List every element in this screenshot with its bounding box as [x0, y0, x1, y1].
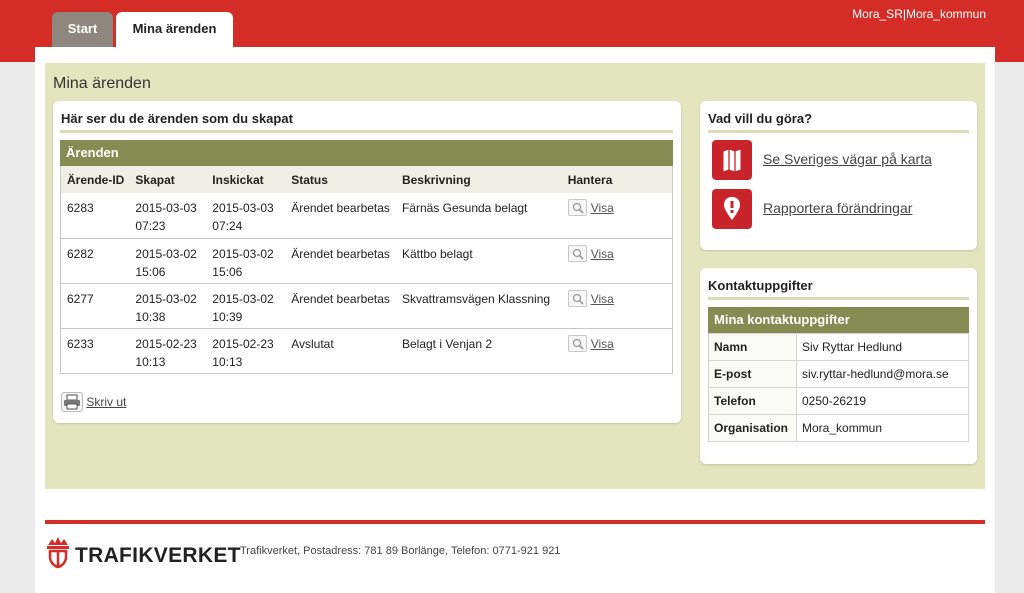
trafikverket-crown-icon: [44, 535, 72, 572]
case-created-time: 15:06: [135, 264, 166, 279]
report-link[interactable]: Rapportera förändringar: [763, 200, 912, 216]
case-created: 2015-03-03 07:23: [129, 193, 207, 239]
tab-start[interactable]: Start: [52, 12, 113, 47]
map-link[interactable]: Se Sveriges vägar på karta: [763, 151, 932, 167]
case-actions: Visa: [561, 283, 673, 329]
case-created-time: 10:13: [135, 354, 166, 369]
cases-table: Ärende-ID Skapat Inskickat Status Beskri…: [60, 166, 673, 374]
col-arende-id: Ärende-ID: [60, 166, 130, 193]
table-row: 6277 2015-03-02 10:38 2015-03-02 10:39 Äre…: [60, 283, 673, 329]
case-submitted: 2015-02-23 10:13: [206, 328, 286, 374]
footer-divider: [45, 520, 985, 524]
user-account-label[interactable]: Mora_SR|Mora_kommun: [852, 7, 986, 21]
contact-row: Telefon 0250-26219: [708, 387, 969, 415]
contact-row: Organisation Mora_kommun: [708, 414, 969, 442]
case-submitted-time: 10:39: [212, 309, 243, 324]
trafikverket-logo: TRAFIKVERKET: [75, 544, 241, 567]
magnifier-icon[interactable]: [567, 289, 587, 307]
actions-heading-rule: [708, 130, 969, 133]
contact-row: Namn Siv Ryttar Hedlund: [708, 333, 969, 361]
view-case-link[interactable]: Visa: [591, 247, 614, 261]
table-row: 6282 2015-03-02 15:06 2015-03-02 15:06 Äre…: [60, 238, 673, 284]
case-id: 6283: [60, 193, 130, 239]
cases-table-title: Ärenden: [60, 140, 673, 166]
contact-key: Telefon: [708, 387, 797, 415]
contact-table: Namn Siv Ryttar Hedlund E-post siv.ryttar-…: [708, 333, 969, 442]
col-hantera: Hantera: [561, 166, 673, 193]
map-icon: [722, 148, 742, 173]
case-description: Färnäs Gesunda belagt: [395, 193, 562, 239]
print-link[interactable]: Skriv ut: [86, 395, 126, 409]
case-created: 2015-02-23 10:13: [129, 328, 207, 374]
view-case-link[interactable]: Visa: [591, 337, 614, 351]
col-status: Status: [285, 166, 396, 193]
contact-row: E-post siv.ryttar-hedlund@mora.se: [708, 360, 969, 388]
cases-heading-rule: [60, 130, 673, 133]
case-submitted-date: 2015-03-03: [212, 201, 274, 215]
contact-value: Siv Ryttar Hedlund: [796, 333, 969, 361]
case-status: Ärendet bearbetas: [285, 193, 396, 239]
case-submitted-date: 2015-02-23: [212, 336, 274, 351]
case-status: Ärendet bearbetas: [285, 238, 396, 284]
col-inskickat: Inskickat: [206, 166, 286, 193]
col-skapat: Skapat: [129, 166, 207, 193]
table-row: 6283 2015-03-03 07:23 2015-03-03 07:24 Äre…: [60, 193, 673, 239]
case-status: Ärendet bearbetas: [285, 283, 396, 329]
actions-heading: Vad vill du göra?: [708, 111, 813, 126]
case-created-date: 2015-03-03: [135, 201, 197, 215]
case-id: 6277: [60, 283, 130, 329]
table-row: 6233 2015-02-23 10:13 2015-02-23 10:13 Avs…: [60, 328, 673, 374]
case-description: Kättbo belagt: [395, 238, 562, 284]
contact-value: Mora_kommun: [796, 414, 969, 442]
col-beskrivning: Beskrivning: [395, 166, 562, 193]
case-status: Avslutat: [285, 328, 396, 374]
printer-icon: [61, 392, 83, 412]
table-header-row: Ärende-ID Skapat Inskickat Status Beskri…: [60, 166, 673, 193]
magnifier-icon[interactable]: [567, 244, 587, 262]
view-case-link[interactable]: Visa: [591, 201, 614, 215]
case-submitted: 2015-03-03 07:24: [206, 193, 286, 239]
case-created: 2015-03-02 15:06: [129, 238, 207, 284]
case-id: 6233: [60, 328, 130, 374]
contact-heading-rule: [708, 297, 969, 300]
case-created: 2015-03-02 10:38: [129, 283, 207, 329]
contact-key: Organisation: [708, 414, 797, 442]
contact-heading: Kontaktuppgifter: [708, 278, 813, 293]
case-created-time: 07:23: [135, 219, 166, 233]
contact-value: siv.ryttar-hedlund@mora.se: [796, 360, 969, 388]
case-submitted: 2015-03-02 15:06: [206, 238, 286, 284]
contact-key: Namn: [708, 333, 797, 361]
case-description: Belagt i Venjan 2: [395, 328, 562, 374]
case-created-time: 10:38: [135, 309, 166, 324]
case-actions: Visa: [561, 193, 673, 239]
case-submitted-time: 15:06: [212, 264, 243, 279]
case-submitted: 2015-03-02 10:39: [206, 283, 286, 329]
case-submitted-date: 2015-03-02: [212, 291, 274, 306]
case-created-date: 2015-02-23: [135, 336, 197, 351]
map-pin-icon: [724, 197, 740, 220]
footer-address: Trafikverket, Postadress: 781 89 Borläng…: [240, 545, 561, 557]
tab-mina-arenden[interactable]: Mina ärenden: [116, 12, 233, 47]
magnifier-icon[interactable]: [567, 334, 587, 352]
case-submitted-time: 10:13: [212, 354, 243, 369]
case-submitted-time: 07:24: [212, 219, 243, 233]
map-button[interactable]: [712, 140, 752, 180]
case-created-date: 2015-03-02: [135, 246, 197, 261]
case-description: Skvattramsvägen Klassning: [395, 283, 562, 329]
contact-table-title: Mina kontaktuppgifter: [708, 307, 969, 333]
view-case-link[interactable]: Visa: [591, 292, 614, 306]
cases-heading: Här ser du de ärenden som du skapat: [61, 111, 293, 126]
case-submitted-date: 2015-03-02: [212, 246, 274, 261]
magnifier-icon[interactable]: [567, 199, 587, 216]
print-button[interactable]: Skriv ut: [61, 392, 126, 412]
contact-key: E-post: [708, 360, 797, 388]
report-button[interactable]: [712, 189, 752, 229]
case-actions: Visa: [561, 238, 673, 284]
case-actions: Visa: [561, 328, 673, 374]
contact-value: 0250-26219: [796, 387, 969, 415]
case-created-date: 2015-03-02: [135, 291, 197, 306]
case-id: 6282: [60, 238, 130, 284]
page-title: Mina ärenden: [53, 75, 151, 92]
